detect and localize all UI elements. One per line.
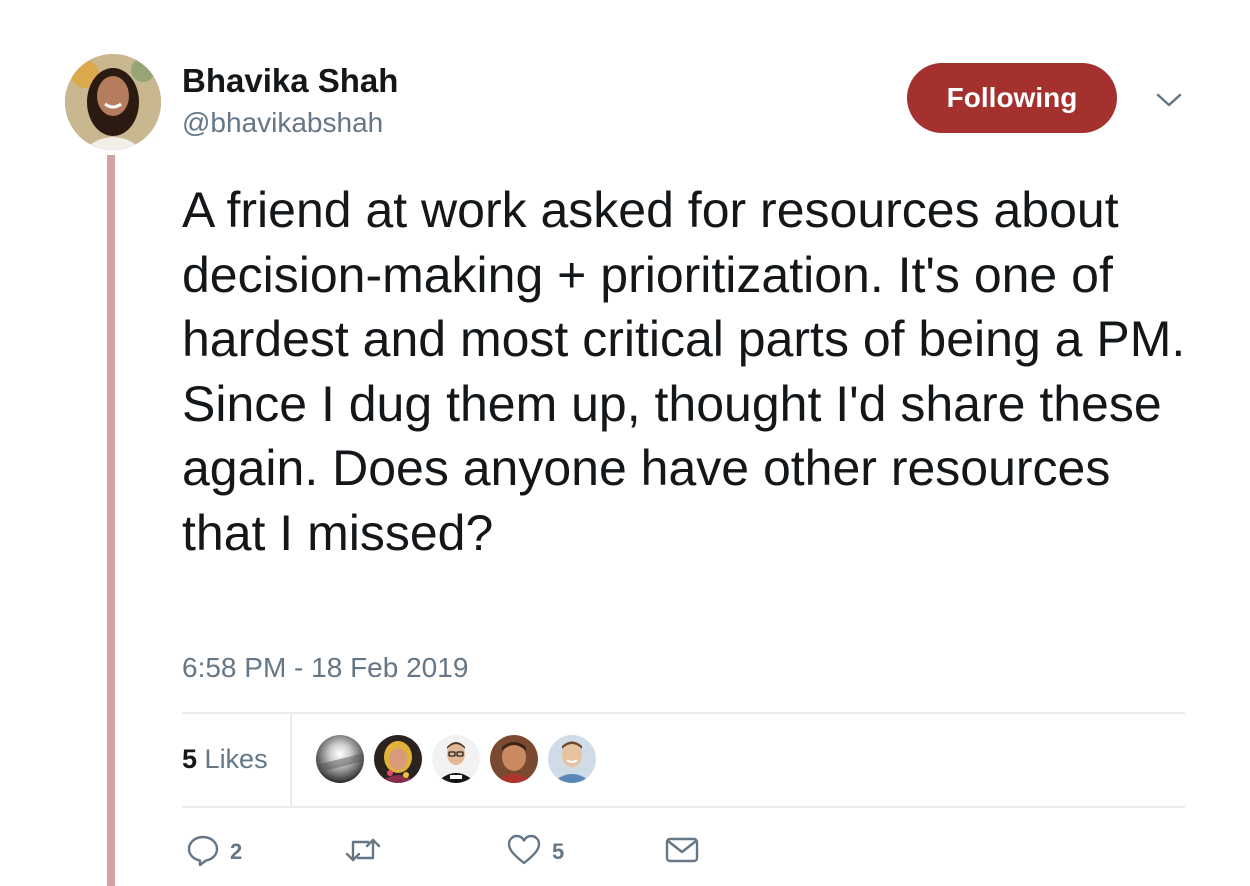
tweet-card: Bhavika Shah @bhavikabshah Following A f… xyxy=(0,0,1250,886)
liker-avatar[interactable] xyxy=(374,735,422,783)
stats-divider-bottom xyxy=(182,806,1185,808)
reply-count: 2 xyxy=(230,839,243,864)
direct-message-action[interactable] xyxy=(664,834,700,870)
tweet-timestamp[interactable]: 6:58 PM - 18 Feb 2019 xyxy=(182,652,468,684)
liker-avatar[interactable] xyxy=(316,735,364,783)
heart-icon xyxy=(506,833,542,872)
like-count: 5 xyxy=(552,839,565,864)
like-action[interactable]: 5 xyxy=(506,834,564,870)
retweet-action[interactable] xyxy=(344,834,392,870)
likes-label: Likes xyxy=(204,744,268,774)
following-button[interactable]: Following xyxy=(907,63,1117,133)
author-avatar[interactable] xyxy=(65,54,161,150)
author-handle[interactable]: @bhavikabshah xyxy=(182,107,383,139)
reply-icon xyxy=(186,833,220,872)
liker-avatar[interactable] xyxy=(548,735,596,783)
author-display-name[interactable]: Bhavika Shah xyxy=(182,62,398,100)
tweet-text: A friend at work asked for resources abo… xyxy=(182,182,1200,561)
chevron-down-icon[interactable] xyxy=(1153,86,1185,114)
likes-count: 5 xyxy=(182,744,198,774)
retweet-icon xyxy=(344,833,382,872)
liker-avatar[interactable] xyxy=(432,735,480,783)
reply-action[interactable]: 2 xyxy=(186,834,242,870)
envelope-icon xyxy=(664,833,700,872)
likes-stat[interactable]: 5 Likes xyxy=(182,744,268,775)
stats-divider-vertical xyxy=(290,714,292,806)
thread-line xyxy=(107,155,115,886)
liker-avatar[interactable] xyxy=(490,735,538,783)
stats-divider-top xyxy=(182,712,1185,714)
